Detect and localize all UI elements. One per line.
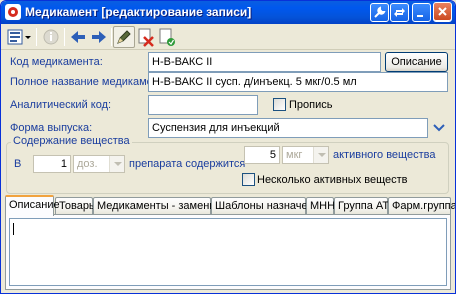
multi-substance-label: Несколько активных веществ [257,174,408,186]
analytic-code-input[interactable] [148,95,258,115]
active-substance-text: активного вещества [333,149,436,161]
tools-icon[interactable] [370,3,389,22]
app-icon [5,4,21,20]
tab-atc-group[interactable]: Группа АТХ [334,197,396,215]
edit-icon[interactable] [113,26,135,48]
back-arrow-icon[interactable] [68,26,88,48]
chevron-down-icon [109,156,124,172]
amount-unit-value: мкг [286,149,303,161]
quantity-input[interactable]: 1 [33,155,71,173]
save-icon[interactable] [157,26,177,48]
multi-substance-checkbox[interactable] [242,173,255,186]
chevron-down-icon[interactable] [431,120,447,136]
description-textarea[interactable] [9,218,447,286]
fullname-input[interactable]: Н-В-ВАКС II сусп. д/инъекц. 5 мкг/0.5 мл [148,72,448,92]
substance-content-legend: Содержание вещества [11,135,132,147]
toolbar [1,24,455,50]
propis-label: Пропись [289,99,333,111]
amount-input[interactable]: 5 [244,146,280,164]
forward-arrow-icon[interactable] [89,26,109,48]
amount-unit-select[interactable]: мкг [282,146,329,164]
tab-bar: Описание Товары Медикаменты - заменители… [5,195,455,216]
in-label: В [14,158,22,170]
tab-goods[interactable]: Товары [55,197,97,215]
code-label: Код медикамента: [10,56,103,68]
title-bar[interactable]: Медикамент [редактирование записи] [1,1,455,24]
info-icon[interactable] [40,26,62,48]
tab-substitutes[interactable]: Медикаменты - заменители [93,197,239,215]
release-form-input[interactable]: Суспензия для инъекций [148,118,428,138]
menu-icon[interactable] [5,26,33,48]
delete-icon[interactable] [136,26,156,48]
minimize-icon[interactable] [412,3,431,22]
tab-panel [5,214,451,290]
release-form-label: Форма выпуска: [10,122,93,134]
dose-unit-select[interactable]: доз. [73,155,125,173]
propis-checkbox[interactable] [273,98,286,111]
analytic-code-label: Аналитический код: [10,99,112,111]
tab-inn[interactable]: МНН [306,197,335,215]
window-title: Медикамент [редактирование записи] [25,5,252,19]
tab-pharm-group[interactable]: Фарм.группа [388,197,455,215]
tab-description[interactable]: Описание [5,195,60,216]
dose-unit-value: доз. [77,158,98,170]
code-input[interactable]: Н-В-ВАКС II [148,52,381,72]
close-button[interactable] [433,2,452,21]
tab-prescription-templates[interactable]: Шаблоны назначений [211,197,326,215]
text-caret [13,223,14,235]
contains-text: препарата содержится [129,158,246,170]
medication-edit-window: Медикамент [редактирование записи] Код м… [0,0,456,294]
description-button[interactable]: Описание [385,52,448,72]
refresh-icon[interactable] [390,3,409,22]
chevron-down-icon [313,147,328,163]
